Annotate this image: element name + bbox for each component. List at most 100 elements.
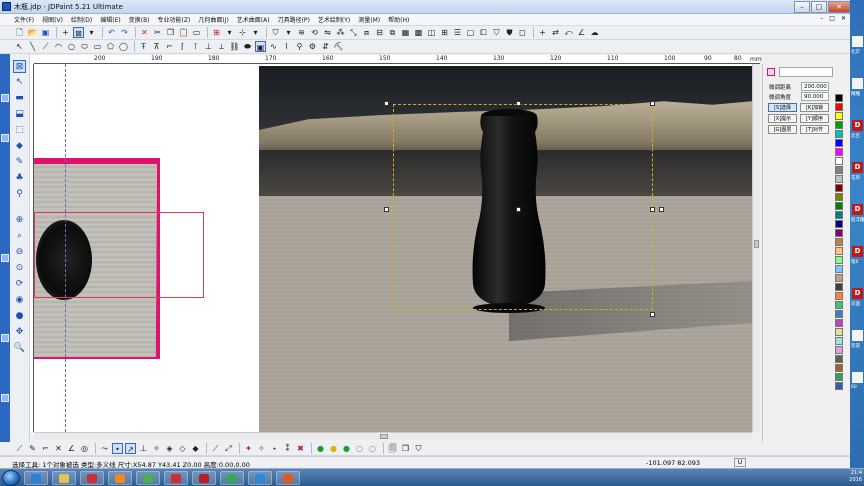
selection-handle[interactable] bbox=[650, 101, 655, 106]
color-swatch[interactable] bbox=[835, 112, 843, 120]
crosshair-icon[interactable]: + bbox=[60, 27, 71, 38]
color-swatch[interactable] bbox=[835, 337, 843, 345]
ellipse-icon[interactable]: ⬭ bbox=[79, 41, 90, 52]
end-snap-icon[interactable]: ↗ bbox=[125, 443, 136, 454]
mdi-close-button[interactable]: ✕ bbox=[841, 15, 846, 22]
measure-tool-icon[interactable]: ▬ bbox=[13, 92, 26, 105]
color-swatch[interactable] bbox=[835, 148, 843, 156]
menu-pro[interactable]: 专业功能(Z) bbox=[158, 15, 191, 24]
selection-handle[interactable] bbox=[384, 101, 389, 106]
color-swatch[interactable] bbox=[835, 373, 843, 381]
region-icon[interactable]: ▣ bbox=[255, 41, 266, 52]
polygon-icon[interactable]: ⬠ bbox=[105, 41, 116, 52]
desktop-shortcut-icon[interactable] bbox=[852, 36, 863, 47]
group-icon[interactable]: ⧉ bbox=[387, 27, 398, 38]
diamond2-snap-icon[interactable]: ◇ bbox=[177, 443, 188, 454]
drawing-canvas[interactable] bbox=[34, 64, 752, 432]
node3-icon[interactable]: ⋆ bbox=[269, 443, 280, 454]
color-swatch[interactable] bbox=[835, 130, 843, 138]
mesh-icon[interactable]: ▦ bbox=[400, 27, 411, 38]
scroll-thumb[interactable] bbox=[380, 434, 388, 439]
dot-icon[interactable]: ● bbox=[13, 310, 26, 323]
delete-node-icon[interactable]: ✖ bbox=[295, 443, 306, 454]
edge2-snap-icon[interactable]: ⤢ bbox=[223, 443, 234, 454]
edge-snap-icon[interactable]: ⟋ bbox=[210, 443, 221, 454]
layer-dropdown-icon[interactable]: ▾ bbox=[250, 27, 261, 38]
select-button[interactable]: [S]选择 bbox=[768, 103, 797, 112]
zoom-out-icon[interactable]: ⊖ bbox=[13, 246, 26, 259]
taskbar-app-jdpaint[interactable] bbox=[80, 471, 104, 485]
line-icon[interactable]: ╲ bbox=[27, 41, 38, 52]
mdi-minimize-button[interactable]: – bbox=[820, 15, 823, 22]
selection-handle[interactable] bbox=[659, 207, 664, 212]
zoom-icon[interactable]: 🔍 bbox=[13, 342, 26, 355]
node-red-icon[interactable]: ✦ bbox=[243, 443, 254, 454]
dock-gadget[interactable] bbox=[1, 394, 9, 402]
settings-icon[interactable]: ⚙ bbox=[307, 41, 318, 52]
diamond-snap-icon[interactable]: ◈ bbox=[164, 443, 175, 454]
shield-bottom-icon[interactable]: ⛉ bbox=[413, 443, 424, 454]
node-tool-icon[interactable]: ↖ bbox=[13, 76, 26, 89]
light-off-icon[interactable]: ○ bbox=[354, 443, 365, 454]
desktop-shortcut-icon[interactable] bbox=[852, 330, 863, 341]
color-swatch[interactable] bbox=[835, 346, 843, 354]
rectangle-icon[interactable]: ▭ bbox=[92, 41, 103, 52]
dock-gadget[interactable] bbox=[1, 334, 9, 342]
selection-handle[interactable] bbox=[650, 312, 655, 317]
stack-icon[interactable]: ⧠ bbox=[478, 27, 489, 38]
grid-dropdown-icon[interactable]: ▾ bbox=[224, 27, 235, 38]
zoom-in-icon[interactable]: ⊕ bbox=[13, 214, 26, 227]
shield2-icon[interactable]: ⛉ bbox=[491, 27, 502, 38]
target-mode-icon[interactable]: ◎ bbox=[79, 443, 90, 454]
color-swatch[interactable] bbox=[835, 94, 843, 102]
taskbar-app-explorer[interactable] bbox=[52, 471, 76, 485]
taskbar-app-player[interactable] bbox=[276, 471, 300, 485]
trans-icon[interactable]: ⇵ bbox=[320, 41, 331, 52]
shield-dropdown-icon[interactable]: ▾ bbox=[283, 27, 294, 38]
grid-icon[interactable]: ⊞ bbox=[211, 27, 222, 38]
color-swatch[interactable] bbox=[835, 211, 843, 219]
color-swatch[interactable] bbox=[835, 220, 843, 228]
circle-icon[interactable]: ○ bbox=[66, 41, 77, 52]
dock-gadget[interactable] bbox=[1, 134, 9, 142]
pen-mode-icon[interactable]: ✎ bbox=[27, 443, 38, 454]
desktop-shortcut-icon[interactable]: D bbox=[852, 162, 863, 173]
extend-icon[interactable]: ⊥ bbox=[203, 41, 214, 52]
color-swatch[interactable] bbox=[835, 229, 843, 237]
color-swatch[interactable] bbox=[835, 157, 843, 165]
eye-icon[interactable]: ◉ bbox=[13, 294, 26, 307]
doc2-icon[interactable]: ❐ bbox=[400, 443, 411, 454]
snap-icon[interactable]: ⊹ bbox=[237, 27, 248, 38]
trim-icon[interactable]: ⊺ bbox=[190, 41, 201, 52]
copy-rect-icon[interactable]: ▭ bbox=[191, 27, 202, 38]
filter-icon[interactable]: ⚲ bbox=[294, 41, 305, 52]
spline-icon[interactable]: ⌇ bbox=[281, 41, 292, 52]
selection-handle[interactable] bbox=[516, 101, 521, 106]
frame-icon[interactable]: ▢ bbox=[465, 27, 476, 38]
desktop-shortcut-icon[interactable]: D bbox=[852, 204, 863, 215]
outline-rectangle[interactable] bbox=[34, 212, 204, 298]
offset-path-icon[interactable]: ⬬ bbox=[242, 41, 253, 52]
color-swatch[interactable] bbox=[835, 247, 843, 255]
polyline-icon[interactable]: ⟋ bbox=[40, 41, 51, 52]
taskbar-app-qq[interactable] bbox=[248, 471, 272, 485]
order-button[interactable]: [Y]顺序 bbox=[800, 114, 829, 123]
desktop-shortcut-icon[interactable] bbox=[852, 78, 863, 89]
object-name-field[interactable] bbox=[779, 67, 833, 77]
refresh-icon[interactable]: ⟳ bbox=[13, 278, 26, 291]
intersect-snap-icon[interactable]: ✧ bbox=[151, 443, 162, 454]
desktop-shortcut-icon[interactable] bbox=[852, 372, 863, 383]
guide-line[interactable] bbox=[65, 64, 66, 432]
corner-mode-icon[interactable]: ⌐ bbox=[40, 443, 51, 454]
table-icon[interactable]: ⊞ bbox=[439, 27, 450, 38]
open-file-icon[interactable]: 📂 bbox=[27, 27, 38, 38]
menu-measure[interactable]: 测量(M) bbox=[358, 15, 380, 24]
mdi-restore-button[interactable]: □ bbox=[829, 15, 835, 22]
save-icon[interactable]: ▣ bbox=[40, 27, 51, 38]
menu-draw[interactable]: 绘制(D) bbox=[71, 15, 92, 24]
color-swatch[interactable] bbox=[835, 274, 843, 282]
rotate-icon[interactable]: ⟲ bbox=[309, 27, 320, 38]
surface-icon[interactable]: ◫ bbox=[426, 27, 437, 38]
layers-icon[interactable]: ☰ bbox=[452, 27, 463, 38]
desktop-shortcut-icon[interactable]: D bbox=[852, 246, 863, 257]
